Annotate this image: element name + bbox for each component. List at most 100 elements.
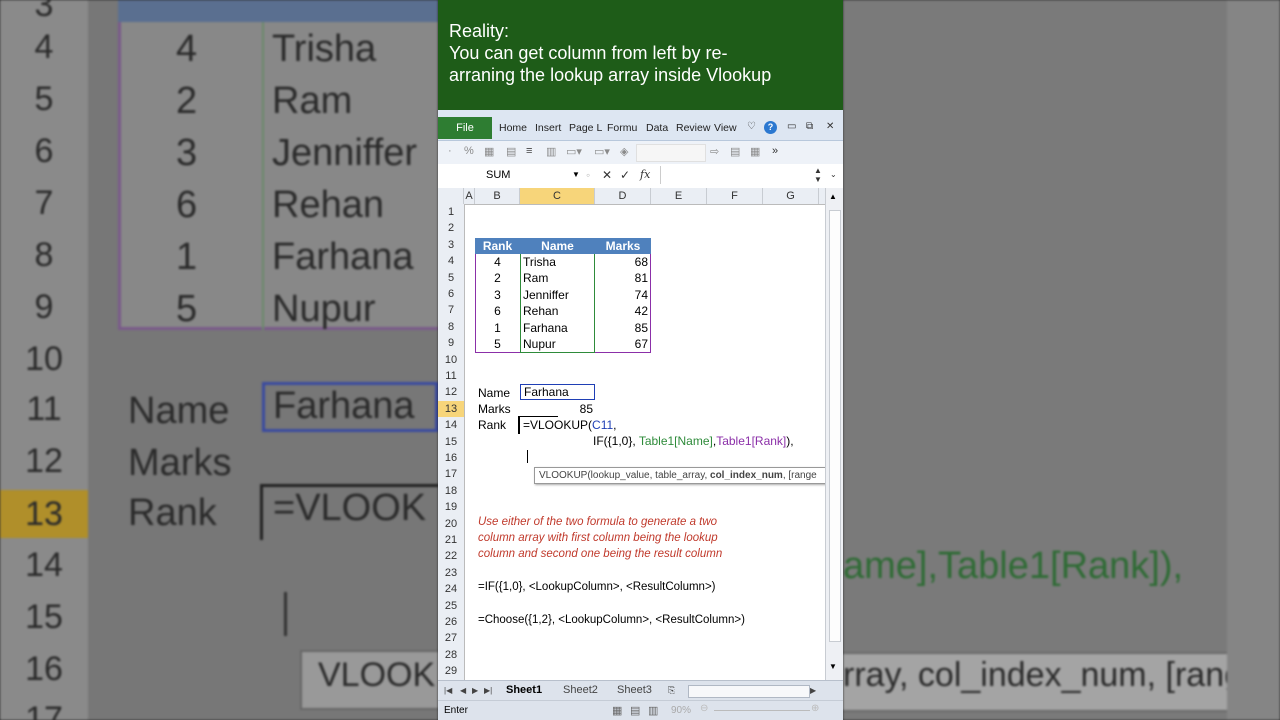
- insert-sheet-icon[interactable]: ⎘: [668, 685, 675, 696]
- row-header[interactable]: 25: [438, 598, 464, 614]
- cell-marks[interactable]: 81: [595, 270, 648, 286]
- row-header[interactable]: 7: [438, 302, 464, 318]
- toolbar-icon[interactable]: ◈: [620, 145, 628, 158]
- vertical-scrollbar[interactable]: ▲ ▼: [825, 188, 843, 680]
- ribbon-minimize-icon[interactable]: ♡: [747, 121, 756, 132]
- cell-marks[interactable]: 42: [595, 303, 648, 319]
- column-header[interactable]: B: [475, 188, 520, 204]
- column-header[interactable]: G: [763, 188, 819, 204]
- cancel-icon[interactable]: ✕: [602, 168, 612, 182]
- row-header[interactable]: 11: [438, 368, 464, 384]
- row-header[interactable]: 16: [438, 450, 464, 466]
- row-header-selected[interactable]: 13: [438, 400, 464, 418]
- row-header[interactable]: 10: [438, 352, 464, 368]
- next-sheet-icon[interactable]: ▶: [472, 686, 478, 695]
- row-header[interactable]: 24: [438, 581, 464, 597]
- row-header[interactable]: 23: [438, 565, 464, 581]
- cell-name[interactable]: Ram: [523, 270, 593, 286]
- tab-data[interactable]: Data: [646, 122, 668, 134]
- cell-rank[interactable]: 4: [475, 254, 520, 270]
- row-header[interactable]: 20: [438, 516, 464, 532]
- cell-rank[interactable]: 6: [475, 303, 520, 319]
- sheet-tab-sheet3[interactable]: Sheet3: [617, 684, 652, 696]
- scroll-up-icon[interactable]: ▲: [814, 166, 822, 175]
- formula-line-2[interactable]: IF({1,0}, Table1[Name],Table1[Rank]),: [593, 433, 794, 449]
- cell-rank[interactable]: 3: [475, 287, 520, 303]
- name-value-cell[interactable]: Farhana: [520, 384, 595, 400]
- toolbar-icon[interactable]: ▦: [750, 145, 760, 158]
- cell-marks[interactable]: 85: [595, 320, 648, 336]
- toolbar-icon[interactable]: ▭▾: [566, 145, 582, 158]
- row-header[interactable]: 1: [438, 204, 464, 220]
- name-box[interactable]: SUM ▼: [440, 167, 580, 183]
- row-header[interactable]: 14: [438, 417, 464, 433]
- toolbar-icon[interactable]: ▭▾: [594, 145, 610, 158]
- worksheet-grid[interactable]: Rank Name Marks 4 Trisha 68 2 Ram 81 3 Jenniffe…: [465, 204, 825, 680]
- row-header[interactable]: 15: [438, 434, 464, 450]
- zoom-out-icon[interactable]: ⊖: [700, 703, 708, 714]
- cell-name[interactable]: Rehan: [523, 303, 593, 319]
- normal-view-icon[interactable]: ▦: [612, 704, 622, 717]
- close-icon[interactable]: ✕: [826, 121, 834, 132]
- column-header[interactable]: E: [651, 188, 707, 204]
- toolbar-icon[interactable]: ▤: [506, 145, 516, 158]
- prev-sheet-icon[interactable]: ◀: [460, 686, 466, 695]
- tab-insert[interactable]: Insert: [535, 122, 561, 134]
- help-icon[interactable]: ?: [764, 121, 777, 134]
- column-header[interactable]: A: [464, 188, 475, 204]
- chevron-down-icon[interactable]: ▼: [572, 167, 580, 183]
- row-header[interactable]: 5: [438, 270, 464, 286]
- row-header[interactable]: 18: [438, 483, 464, 499]
- column-header[interactable]: D: [595, 188, 651, 204]
- formula-line-1[interactable]: =VLOOKUP(C11,: [523, 417, 617, 433]
- row-header[interactable]: 2: [438, 220, 464, 236]
- column-header-selected[interactable]: C: [520, 188, 595, 204]
- row-header[interactable]: 4: [438, 253, 464, 269]
- cell-rank[interactable]: 1: [475, 320, 520, 336]
- cell-name[interactable]: Farhana: [523, 320, 593, 336]
- column-header[interactable]: F: [707, 188, 763, 204]
- page-layout-view-icon[interactable]: ▤: [630, 704, 640, 717]
- row-header[interactable]: 8: [438, 319, 464, 335]
- scrollbar-thumb[interactable]: [829, 210, 841, 642]
- cell-rank[interactable]: 5: [475, 336, 520, 352]
- sheet-tab-sheet2[interactable]: Sheet2: [563, 684, 598, 696]
- scroll-down-icon[interactable]: ▼: [829, 662, 837, 671]
- tab-home[interactable]: Home: [499, 122, 527, 134]
- scroll-up-icon[interactable]: ▲: [829, 192, 837, 201]
- row-header[interactable]: 21: [438, 532, 464, 548]
- cell-marks[interactable]: 67: [595, 336, 648, 352]
- first-sheet-icon[interactable]: |◀: [444, 686, 452, 695]
- percent-icon[interactable]: %: [464, 145, 474, 157]
- toolbar-icon[interactable]: ⇨: [710, 145, 719, 158]
- enter-icon[interactable]: ✓: [620, 168, 630, 182]
- tab-page-layout[interactable]: Page L: [569, 122, 602, 134]
- insert-function-icon[interactable]: fx: [640, 168, 650, 181]
- toolbar-field[interactable]: [636, 144, 706, 162]
- cell-name[interactable]: Nupur: [523, 336, 593, 352]
- sheet-tab-sheet1[interactable]: Sheet1: [506, 684, 542, 696]
- more-icon[interactable]: »: [772, 145, 778, 157]
- align-icon[interactable]: ≡: [526, 145, 532, 157]
- tab-view[interactable]: View: [714, 122, 737, 134]
- marks-value-cell[interactable]: 85: [520, 401, 593, 417]
- toolbar-icon[interactable]: ▤: [730, 145, 740, 158]
- row-header[interactable]: 19: [438, 499, 464, 515]
- cell-marks[interactable]: 68: [595, 254, 648, 270]
- row-header[interactable]: 3: [438, 237, 464, 253]
- row-header[interactable]: 28: [438, 647, 464, 663]
- row-header[interactable]: 26: [438, 614, 464, 630]
- row-header[interactable]: 6: [438, 286, 464, 302]
- scroll-down-icon[interactable]: ▼: [814, 175, 822, 184]
- zoom-in-icon[interactable]: ⊕: [811, 703, 819, 714]
- file-tab[interactable]: File: [438, 117, 492, 139]
- toolbar-icon[interactable]: ▥: [546, 145, 556, 158]
- row-header[interactable]: 27: [438, 630, 464, 646]
- row-header[interactable]: 9: [438, 335, 464, 351]
- row-header[interactable]: 22: [438, 548, 464, 564]
- function-tooltip[interactable]: VLOOKUP(lookup_value, table_array, col_i…: [534, 467, 843, 484]
- minimize-icon[interactable]: ▭: [787, 121, 796, 132]
- restore-icon[interactable]: ⧉: [806, 121, 813, 132]
- formula-input[interactable]: [660, 166, 811, 184]
- horizontal-scrollbar[interactable]: [688, 685, 810, 698]
